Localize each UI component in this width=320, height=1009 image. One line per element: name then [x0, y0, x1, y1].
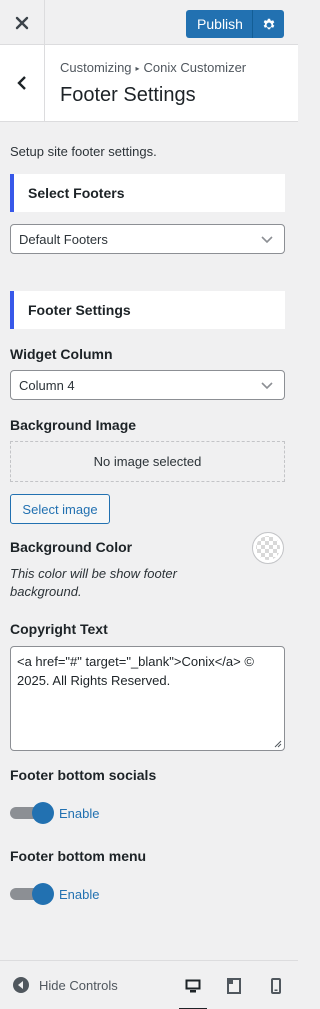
panel-description: Setup site footer settings.: [10, 144, 157, 159]
tablet-icon[interactable]: [220, 974, 248, 998]
background-color-label: Background Color: [10, 539, 133, 555]
footer-socials-toggle-label: Enable: [59, 805, 100, 821]
breadcrumb: Customizing ▸ Conix Customizer: [60, 60, 246, 75]
copyright-textarea[interactable]: <a href="#" target="_blank">Conix</a> © …: [10, 646, 285, 751]
footer-menu-toggle-label: Enable: [59, 886, 100, 902]
footer-select[interactable]: Default Footers: [10, 224, 285, 254]
hide-controls-button[interactable]: Hide Controls: [12, 976, 118, 994]
widget-column-value: Column 4: [19, 377, 75, 393]
mobile-icon[interactable]: [262, 974, 290, 998]
publish-button[interactable]: Publish: [186, 10, 284, 38]
select-image-button[interactable]: Select image: [10, 494, 110, 524]
footer-menu-toggle[interactable]: [10, 883, 54, 905]
resize-grip-icon[interactable]: [274, 740, 282, 748]
background-image-label: Background Image: [10, 417, 137, 433]
breadcrumb-separator-icon: ▸: [135, 64, 140, 74]
chevron-down-icon: [261, 382, 273, 390]
page-title: Footer Settings: [60, 84, 196, 106]
background-color-description: This color will be show footer backgroun…: [10, 566, 177, 599]
footer-menu-label: Footer bottom menu: [10, 848, 147, 864]
arrow-left-circle-icon: [13, 977, 29, 993]
select-footers-heading: Select Footers: [10, 174, 285, 212]
footer-settings-heading: Footer Settings: [10, 291, 285, 329]
customizer-topbar: Publish: [0, 0, 298, 45]
footer-socials-toggle[interactable]: [10, 802, 54, 824]
footer-menu-toggle-row: Enable: [10, 883, 99, 905]
desktop-icon[interactable]: [179, 974, 207, 1009]
section-header: Customizing ▸ Conix Customizer Footer Sett…: [0, 45, 298, 122]
copyright-text-label: Copyright Text: [10, 621, 108, 637]
toggle-knob: [32, 802, 54, 824]
toggle-knob: [32, 883, 54, 905]
chevron-down-icon: [261, 236, 273, 244]
chevron-left-icon[interactable]: [0, 45, 45, 121]
gear-icon[interactable]: [253, 17, 284, 31]
footer-socials-label: Footer bottom socials: [10, 767, 157, 783]
hide-controls-label: Hide Controls: [39, 977, 118, 993]
widget-column-label: Widget Column: [10, 346, 113, 362]
customizer-footer: Hide Controls: [0, 960, 298, 1009]
breadcrumb-child: Conix Customizer: [143, 60, 247, 75]
close-icon[interactable]: [0, 0, 45, 45]
widget-column-select[interactable]: Column 4: [10, 370, 285, 400]
publish-label: Publish: [197, 16, 243, 32]
copyright-textarea-value: <a href="#" target="_blank">Conix</a> © …: [17, 654, 254, 688]
image-placeholder: No image selected: [10, 441, 285, 482]
color-picker-swatch[interactable]: [252, 532, 284, 564]
footer-select-value: Default Footers: [19, 231, 108, 247]
footer-socials-toggle-row: Enable: [10, 802, 99, 824]
breadcrumb-parent: Customizing: [60, 60, 132, 75]
